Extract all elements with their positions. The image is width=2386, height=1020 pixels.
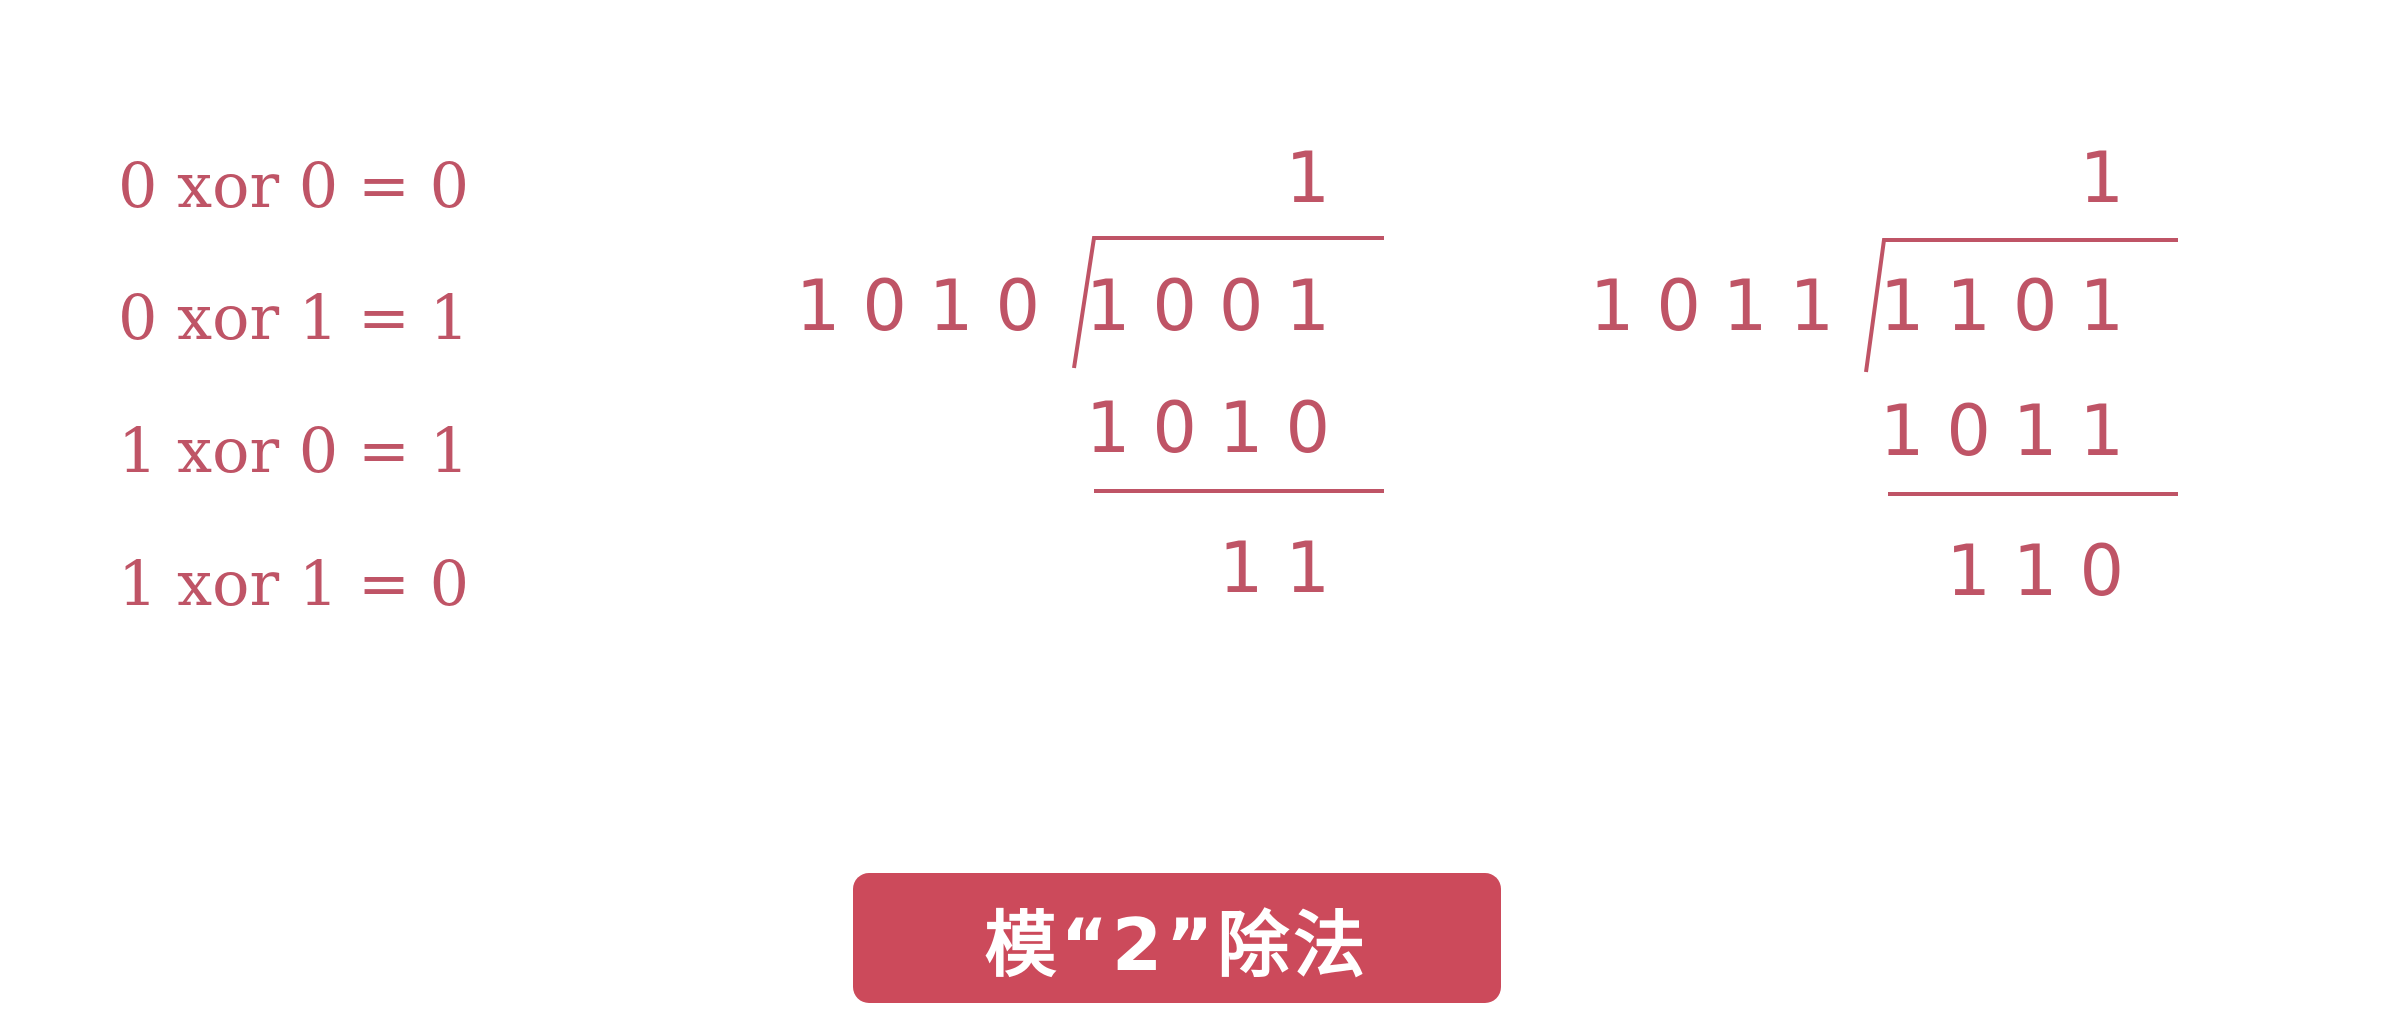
division-1-dividend: 1001 (1086, 265, 1352, 347)
division-2: 1 1011 1101 1011 110 (1590, 137, 2178, 612)
division-2-remainder: 110 (1946, 530, 2146, 612)
division-2-dividend: 1101 (1880, 265, 2146, 347)
division-1: 1 1010 1001 1010 11 (796, 137, 1384, 609)
long-division-diagrams: 1 1010 1001 1010 11 1 1011 1101 1011 110 (796, 137, 2178, 612)
division-2-subtrahend: 1011 (1880, 390, 2146, 472)
division-2-quotient: 1 (2079, 137, 2146, 219)
title-badge: 模“2”除法 (853, 873, 1501, 1003)
division-1-subtrahend: 1010 (1086, 387, 1352, 469)
division-1-quotient: 1 (1285, 137, 1352, 219)
division-1-remainder: 11 (1219, 527, 1352, 609)
division-1-divisor: 1010 (796, 265, 1062, 347)
modulo-2-division-slide: 0 xor 0 = 0 0 xor 1 = 1 1 xor 0 = 1 1 xo… (0, 0, 2386, 1020)
division-2-divisor: 1011 (1590, 265, 1856, 347)
